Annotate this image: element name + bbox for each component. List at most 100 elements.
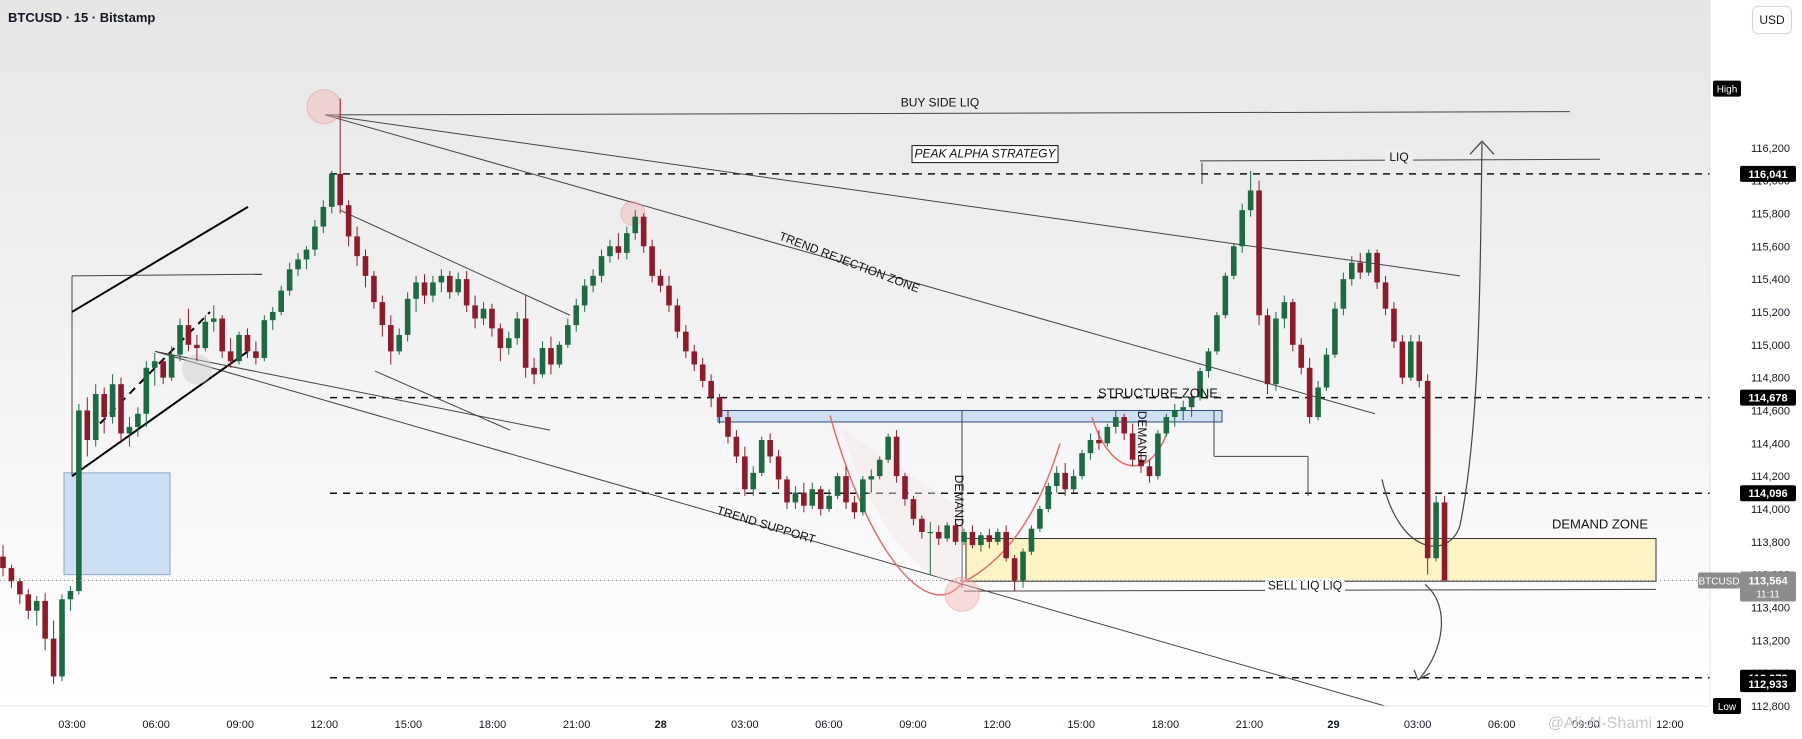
candle-body (303, 249, 310, 260)
candle-body (1273, 318, 1279, 385)
candle-body (674, 305, 681, 332)
candle-body (430, 282, 436, 296)
candle-body (371, 275, 377, 303)
chart-container[interactable]: BUY SIDE LIQ PEAK ALPHA STRATEGY LIQ TREND … (0, 0, 1802, 739)
candle-body (733, 436, 740, 457)
price-tick-label: 115,800 (1751, 208, 1790, 220)
candle-body (1340, 279, 1347, 309)
candle-body (539, 348, 546, 375)
price-level-tag-label: 114,678 (1748, 393, 1787, 405)
candle-body (1374, 252, 1380, 283)
candle-body (556, 344, 563, 365)
candle-body (118, 384, 124, 434)
candle-body (1062, 472, 1068, 490)
candle-body (1239, 210, 1246, 247)
annotation-structure-zone: STRUCTURE ZONE (1098, 385, 1218, 400)
time-tick-label: 03:00 (1404, 719, 1432, 731)
candle-body (826, 495, 832, 509)
candle-body (463, 279, 470, 306)
time-tick-label: 18:00 (1152, 719, 1180, 731)
candle-body (699, 364, 706, 381)
candle-body (67, 591, 74, 600)
candle-body (185, 325, 192, 345)
candle-body (1112, 417, 1119, 427)
candle-body (615, 246, 622, 253)
candle-body (1163, 417, 1170, 434)
currency-button[interactable]: USD (1752, 6, 1792, 34)
time-tick-label: 03:00 (58, 719, 86, 731)
candle-body (1155, 433, 1161, 477)
candle-body (1306, 367, 1313, 418)
candle-body (1323, 354, 1330, 388)
time-tick-label: 12:00 (1656, 719, 1684, 731)
candle-body (438, 275, 445, 283)
price-level-tag-label: 116,041 (1748, 169, 1787, 181)
price-tick-label: 115,600 (1751, 241, 1790, 253)
candle-body (396, 334, 403, 352)
candle-body (17, 581, 23, 595)
candle-body (337, 173, 343, 206)
candle-body (1096, 440, 1102, 444)
candle-body (750, 472, 757, 490)
price-axis-background (1710, 0, 1802, 739)
price-tick-label: 114,600 (1751, 405, 1790, 417)
symbol-title: BTCUSD · 15 · Bitstamp (8, 10, 156, 25)
candle-body (1070, 476, 1077, 490)
time-tick-label: 06:00 (815, 719, 843, 731)
candle-body (876, 459, 883, 477)
candle-body (387, 325, 394, 352)
candle-body (0, 556, 6, 569)
high-tag-label: High (1717, 85, 1738, 96)
time-tick-label: 15:00 (1067, 719, 1095, 731)
candle-body (1028, 528, 1035, 552)
candle-body (236, 334, 242, 362)
candle-body (573, 305, 580, 326)
price-tick-label: 116,200 (1751, 143, 1790, 155)
candle-body (522, 318, 529, 368)
last-price-countdown: 11:11 (1756, 590, 1780, 601)
candle-body (151, 361, 158, 368)
candle-body (767, 440, 773, 457)
candle-body (548, 348, 554, 365)
candle-body (84, 410, 91, 441)
price-tick-label: 114,200 (1751, 471, 1790, 483)
price-tick-label: 114,000 (1751, 504, 1790, 516)
candle-body (1020, 551, 1026, 582)
candle-body (177, 325, 183, 355)
annotation-liq: LIQ (1389, 150, 1408, 164)
candle-body (261, 320, 268, 358)
candle-body (101, 394, 107, 418)
candle-body (413, 282, 419, 299)
candle-body (506, 338, 512, 349)
candle-body (1222, 275, 1229, 316)
candle-body (1332, 308, 1338, 355)
candle-body (143, 367, 150, 414)
candle-body (632, 216, 639, 234)
candle-body (1121, 417, 1127, 434)
candle-body (952, 525, 959, 542)
candle-body (927, 531, 934, 534)
candle-body (1205, 351, 1212, 372)
candle-body (868, 476, 875, 480)
candle-body (455, 279, 462, 293)
candle-body (404, 298, 411, 335)
candle-body (708, 380, 714, 398)
candle-body (649, 246, 655, 276)
candle-body (1180, 407, 1186, 411)
candle-body (514, 318, 521, 339)
candle-body (345, 205, 352, 237)
annotation-peak-alpha-strategy: PEAK ALPHA STRATEGY (915, 147, 1057, 161)
candle-body (843, 476, 849, 503)
price-tick-label: 114,800 (1751, 373, 1790, 385)
candle-body (33, 600, 40, 611)
candle-body (50, 638, 57, 677)
candlestick-chart[interactable]: BUY SIDE LIQPEAK ALPHA STRATEGY LIQTREND … (0, 0, 1802, 739)
candle-body (497, 328, 504, 349)
candle-body (1408, 341, 1414, 378)
candle-body (834, 476, 841, 496)
candle-body (666, 285, 672, 306)
price-level-tag-label: 114,096 (1748, 488, 1787, 500)
time-tick-label: 03:00 (731, 719, 759, 731)
candle-body (581, 285, 588, 306)
candle-body (379, 302, 386, 326)
